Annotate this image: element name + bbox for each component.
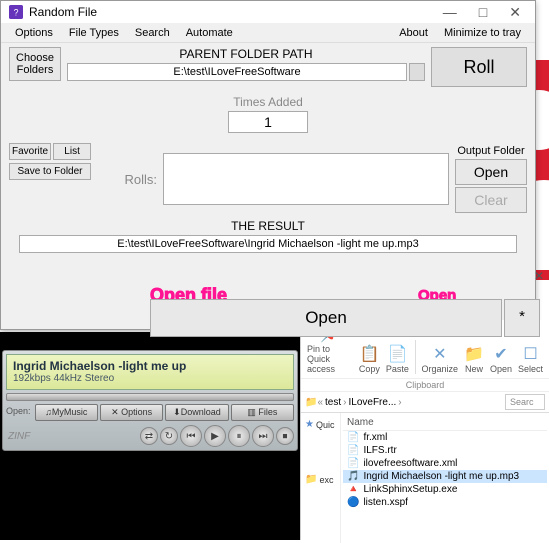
repeat-button[interactable]: ↻ xyxy=(160,427,178,445)
play-button[interactable]: ▶ xyxy=(204,425,226,447)
file-name: ILFS.rtr xyxy=(363,445,396,456)
browse-button[interactable] xyxy=(409,63,425,81)
file-name: fr.xml xyxy=(363,432,387,443)
titlebar: ? Random File — □ ✕ xyxy=(1,1,535,23)
menubar: Options File Types Search Automate About… xyxy=(1,23,535,43)
rolls-list xyxy=(163,153,449,205)
pause-button[interactable]: ⏸ xyxy=(228,425,250,447)
open-output-button[interactable]: Open xyxy=(455,159,527,185)
paste-button[interactable]: 📄Paste xyxy=(386,344,409,374)
list-button[interactable]: List xyxy=(53,143,91,160)
rolls-label: Rolls: xyxy=(97,172,157,187)
file-icon: 📄 xyxy=(347,432,359,443)
file-name: listen.xspf xyxy=(363,497,407,508)
prev-button[interactable]: ⏮ xyxy=(180,425,202,447)
menu-search[interactable]: Search xyxy=(127,25,178,41)
download-button[interactable]: ⬇Download xyxy=(165,404,228,421)
column-name[interactable]: Name xyxy=(343,415,547,431)
times-added-label: Times Added xyxy=(9,95,527,109)
random-file-window: ? Random File — □ ✕ Options File Types S… xyxy=(0,0,536,330)
menu-options[interactable]: Options xyxy=(7,25,61,41)
organize-button[interactable]: ✕Organize xyxy=(422,344,459,374)
clear-button[interactable]: Clear xyxy=(455,187,527,213)
next-button[interactable]: ⏭ xyxy=(252,425,274,447)
output-folder-label: Output Folder xyxy=(455,145,527,157)
track-name: Ingrid Michaelson -light me up xyxy=(13,359,287,373)
window-title: Random File xyxy=(29,5,97,19)
explorer-sidebar: ★Quic 📁exc xyxy=(301,413,341,543)
file-row[interactable]: 🎵 Ingrid Michaelson -light me up.mp3 xyxy=(343,470,547,483)
file-icon: 🎵 xyxy=(347,471,359,482)
file-explorer: 📌Pin to Quick access 📋Copy 📄Paste ✕Organ… xyxy=(300,320,549,540)
choose-folders-button[interactable]: Choose Folders xyxy=(9,47,61,81)
close-button[interactable]: ✕ xyxy=(503,4,527,21)
select-button[interactable]: ☐Select xyxy=(518,344,543,374)
file-name: LinkSphinxSetup.exe xyxy=(363,484,457,495)
maximize-button[interactable]: □ xyxy=(473,4,493,21)
file-list: Name 📄 fr.xml 📄 ILFS.rtr 📄 ilovefreesoftware.… xyxy=(341,413,549,543)
new-button[interactable]: 📁New xyxy=(464,344,484,374)
favorite-button[interactable]: Favorite xyxy=(9,143,51,160)
seek-bar[interactable] xyxy=(6,393,294,401)
menu-automate[interactable]: Automate xyxy=(178,25,241,41)
open-containing-folder-button[interactable]: * xyxy=(504,299,540,337)
copy-button[interactable]: 📋Copy xyxy=(359,344,380,374)
track-info: 192kbps 44kHz Stereo xyxy=(13,373,287,384)
search-input[interactable]: Searc xyxy=(505,394,545,410)
file-icon: 📄 xyxy=(347,445,359,456)
result-field[interactable]: E:\test\ILoveFreeSoftware\Ingrid Michael… xyxy=(19,235,517,253)
player-brand: ZINF xyxy=(6,431,30,442)
nav-quick-access[interactable]: ★Quic xyxy=(303,417,338,432)
close-icon[interactable]: ✕ xyxy=(534,269,544,283)
ribbon-section-label: Clipboard xyxy=(301,379,549,392)
shuffle-button[interactable]: ⇄ xyxy=(140,427,158,445)
times-added-value: 1 xyxy=(228,111,308,133)
file-row[interactable]: 📄 fr.xml xyxy=(343,431,547,444)
save-folder-button[interactable]: Save to Folder xyxy=(9,163,91,180)
breadcrumb[interactable]: 📁 « test › ILoveFre... › Searc xyxy=(301,392,549,413)
file-icon: 📄 xyxy=(347,458,359,469)
files-button[interactable]: ▥ Files xyxy=(231,404,294,421)
player-options-button[interactable]: ✕ Options xyxy=(100,404,163,421)
open-label: Open: xyxy=(6,404,33,421)
file-row[interactable]: 📄 ILFS.rtr xyxy=(343,444,547,457)
parent-path-label: PARENT FOLDER PATH xyxy=(179,47,312,61)
menu-about[interactable]: About xyxy=(391,25,436,41)
open-result-button[interactable]: Open xyxy=(150,299,502,337)
minimize-button[interactable]: — xyxy=(437,4,463,21)
stop-button[interactable]: ⏹ xyxy=(276,427,294,445)
result-label: THE RESULT xyxy=(9,219,527,233)
media-player: Ingrid Michaelson -light me up 192kbps 4… xyxy=(0,332,310,540)
nav-item[interactable]: 📁exc xyxy=(303,472,338,487)
mymusic-button[interactable]: ♫MyMusic xyxy=(35,404,98,421)
player-display: Ingrid Michaelson -light me up 192kbps 4… xyxy=(6,354,294,390)
open-tool-button[interactable]: ✔Open xyxy=(490,344,512,374)
menu-filetypes[interactable]: File Types xyxy=(61,25,127,41)
file-row[interactable]: 🔵 listen.xspf xyxy=(343,496,547,509)
menu-minimize-tray[interactable]: Minimize to tray xyxy=(436,25,529,41)
file-row[interactable]: 🔺 LinkSphinxSetup.exe xyxy=(343,483,547,496)
svg-text:?: ? xyxy=(14,8,19,18)
file-row[interactable]: 📄 ilovefreesoftware.xml xyxy=(343,457,547,470)
file-name: ilovefreesoftware.xml xyxy=(363,458,457,469)
file-icon: 🔺 xyxy=(347,484,359,495)
file-icon: 🔵 xyxy=(347,497,359,508)
file-name: Ingrid Michaelson -light me up.mp3 xyxy=(363,471,519,482)
roll-button[interactable]: Roll xyxy=(431,47,527,87)
parent-path-field[interactable]: E:\test\ILoveFreeSoftware xyxy=(67,63,407,81)
app-icon: ? xyxy=(9,5,23,19)
